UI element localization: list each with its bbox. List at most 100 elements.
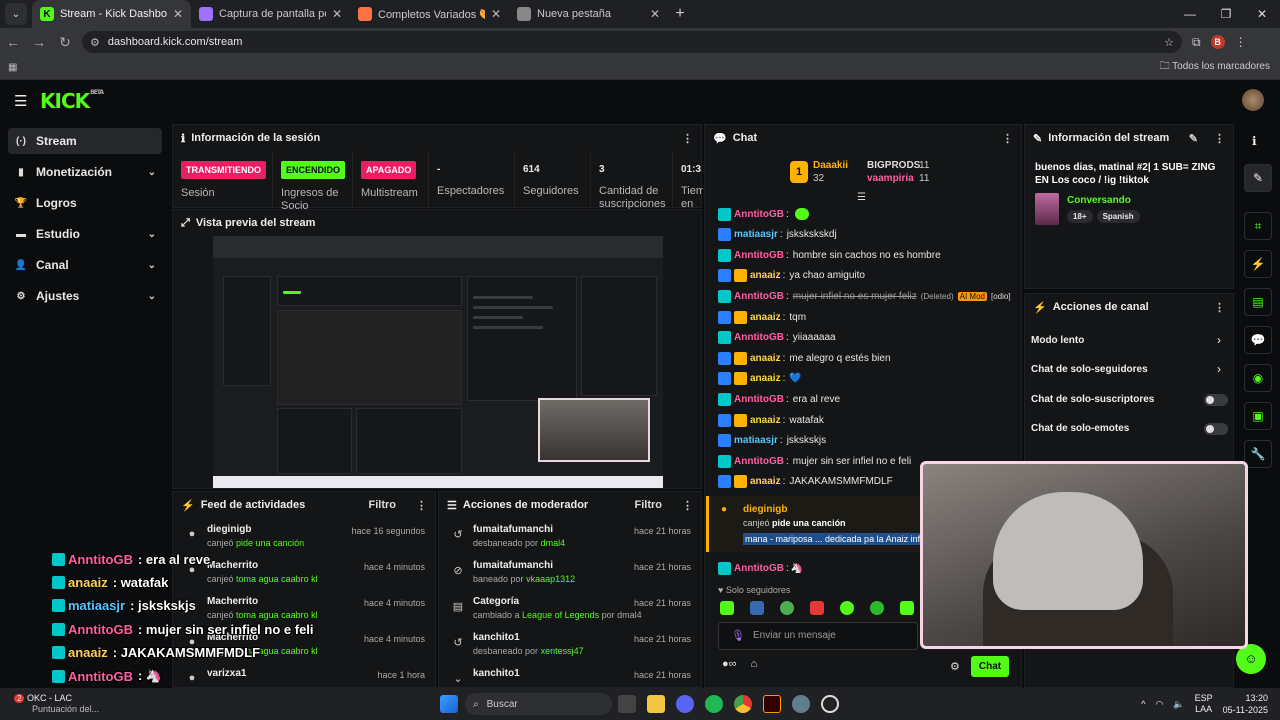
forward-icon[interactable]: → [26,34,52,50]
emote-icon[interactable] [870,601,884,615]
chat-message[interactable]: AnntitoGB: era al reve [718,391,840,407]
row-desc-item[interactable]: toma agua caabro kl [236,574,318,584]
list-item[interactable]: ↺ fumaitafumanchi desbaneado por dmal4 hace… [439,518,701,554]
task-view-icon[interactable] [618,695,636,713]
emote-icon[interactable] [720,601,734,615]
back-icon[interactable]: ← [0,34,26,50]
session-menu-icon[interactable]: ⋮ [682,132,693,145]
mod-menu-icon[interactable]: ⋮ [682,499,693,512]
chat-username[interactable]: AnntitoGB [734,332,784,343]
reload-icon[interactable]: ↻ [52,34,78,51]
row-desc-item[interactable]: xentessj47 [541,646,584,656]
chat-username[interactable]: matiaasjr [734,435,778,446]
spotify-icon[interactable] [705,695,723,713]
close-tab-icon[interactable]: ✕ [650,7,660,21]
list-item[interactable]: ▤ Categoría cambiado a League of Legends p… [439,590,701,626]
chat-menu-icon[interactable]: ⋮ [1002,132,1013,145]
chat-username[interactable]: AnntitoGB [734,250,784,261]
sidebar-item-logros[interactable]: 🏆 Logros [8,190,162,216]
site-info-icon[interactable]: ⚙ [90,36,100,49]
illustrator-icon[interactable] [763,695,781,713]
gifter-1-name[interactable]: BIGPRODS [867,160,920,171]
category-name[interactable]: Conversando [1067,195,1131,206]
feed-filter-button[interactable]: Filtro [369,499,397,511]
chat-message[interactable]: AnntitoGB: hombre sin cachos no es hombre [718,247,941,263]
file-explorer-icon[interactable] [647,695,665,713]
chat-message[interactable]: anaaiz: 💙 [718,371,802,387]
chat-rail-icon[interactable]: 💬 [1244,326,1272,354]
list-item[interactable]: ↺ kanchito1 desbaneado por xentessj47 hace … [439,626,701,662]
broadcast-rail-icon[interactable]: ◉ [1244,364,1272,392]
row-desc-item[interactable]: toma agua caabro kl [236,610,318,620]
sidebar-item-stream[interactable]: (·) Stream [8,128,162,154]
chat-message[interactable]: anaaiz: ya chao amiguito [718,268,865,284]
row-desc-item[interactable]: League of Legends [522,610,599,620]
chat-message[interactable]: AnntitoGB: mujer sin ser infiel no e feli [718,453,911,469]
chat-message-last[interactable]: AnntitoGB: 🦄 [718,560,803,576]
browser-menu-icon[interactable]: ⋮ [1235,35,1247,49]
emote-icon[interactable] [750,601,764,615]
chat-message[interactable]: anaaiz: me alegro q estés bien [718,350,891,366]
tag-chip[interactable]: Spanish [1096,210,1140,223]
edit-icon[interactable]: ✎ [1189,132,1198,145]
chevron-right-icon[interactable]: › [1217,333,1221,347]
channel-action-item[interactable]: Chat de solo-suscriptores [1031,394,1154,405]
channel-action-item[interactable]: Chat de solo-seguidores [1031,364,1148,375]
volume-icon[interactable]: 🔈 [1173,699,1184,710]
browser-tab[interactable]: Nueva pestaña ✕ [509,0,668,28]
points-balance-icon[interactable]: ●∞ [722,658,737,670]
windows-start-icon[interactable] [440,695,458,713]
sidebar-item-ajustes[interactable]: ⚙ Ajustes ⌄ [8,283,162,309]
list-item[interactable]: ⊘ fumaitafumanchi baneado por vkaaap1312 ha… [439,554,701,590]
chat-username[interactable]: anaaiz [750,270,781,281]
user-avatar[interactable] [1242,89,1264,111]
emote-icon[interactable] [840,601,854,615]
weather-widget[interactable]: 2 OKC - LAC Puntuación del... [14,693,99,715]
chat-username[interactable]: AnntitoGB [734,563,784,574]
discord-icon[interactable] [676,695,694,713]
url-field[interactable]: ⚙ dashboard.kick.com/stream ☆ [82,31,1182,53]
chat-message[interactable]: AnntitoGB: [718,206,813,222]
close-tab-icon[interactable]: ✕ [173,7,183,21]
clock[interactable]: 13:20 05-11-2025 [1223,692,1268,716]
chevron-right-icon[interactable]: › [1217,362,1221,376]
emote-icon[interactable] [780,601,794,615]
feed-menu-icon[interactable]: ⋮ [416,499,427,512]
leader-name[interactable]: Daaakii [813,160,848,171]
chat-username[interactable]: anaaiz [750,312,781,323]
chat-settings-icon[interactable]: ⚙ [950,660,960,673]
channel-action-toggle[interactable] [1204,393,1228,406]
close-tab-icon[interactable]: ✕ [491,7,501,21]
chrome-icon[interactable] [734,695,752,713]
minimize-icon[interactable]: — [1172,0,1208,28]
tools-rail-icon[interactable]: 🔧 [1244,440,1272,468]
pinned-expand-icon[interactable]: ☰ [857,192,866,203]
store-icon[interactable]: ⌂ [751,658,758,670]
sidebar-item-monetización[interactable]: ▮ Monetización ⌄ [8,159,162,185]
emote-icon[interactable] [900,601,914,615]
list-item[interactable]: ● dieginigb canjeó pide una canción hace 16… [173,518,435,554]
chat-username[interactable]: matiaasjr [734,229,778,240]
wifi-icon[interactable]: ◠ [1156,699,1164,710]
chat-username[interactable]: AnntitoGB [734,291,784,302]
chat-username[interactable]: AnntitoGB [734,456,784,467]
apps-grid-icon[interactable]: ▦ [8,62,17,73]
category-thumb[interactable] [1035,193,1059,225]
tag-chip[interactable]: 18+ [1067,210,1093,223]
obs-icon[interactable] [821,695,839,713]
tray-chevron-icon[interactable]: ^ [1141,699,1145,709]
sidebar-item-canal[interactable]: 👤 Canal ⌄ [8,252,162,278]
mod-filter-button[interactable]: Filtro [635,499,663,511]
chat-input[interactable]: 🎙 Enviar un mensaje [718,622,918,650]
kick-logo[interactable]: KICKBETA [40,89,104,113]
settings-icon[interactable] [792,695,810,713]
redeem-user[interactable]: dieginigb [743,504,787,515]
chat-username[interactable]: anaaiz [750,415,781,426]
row-desc-item[interactable]: dmal4 [541,538,566,548]
emote-icon[interactable] [810,601,824,615]
channel-action-item[interactable]: Chat de solo-emotes [1031,423,1129,434]
chat-username[interactable]: anaaiz [750,353,781,364]
browser-tab[interactable]: K Stream - Kick Dashboard ✕ [32,0,191,28]
extensions-icon[interactable]: ⧉ [1192,35,1201,50]
chat-message[interactable]: anaaiz: tqm [718,309,806,325]
